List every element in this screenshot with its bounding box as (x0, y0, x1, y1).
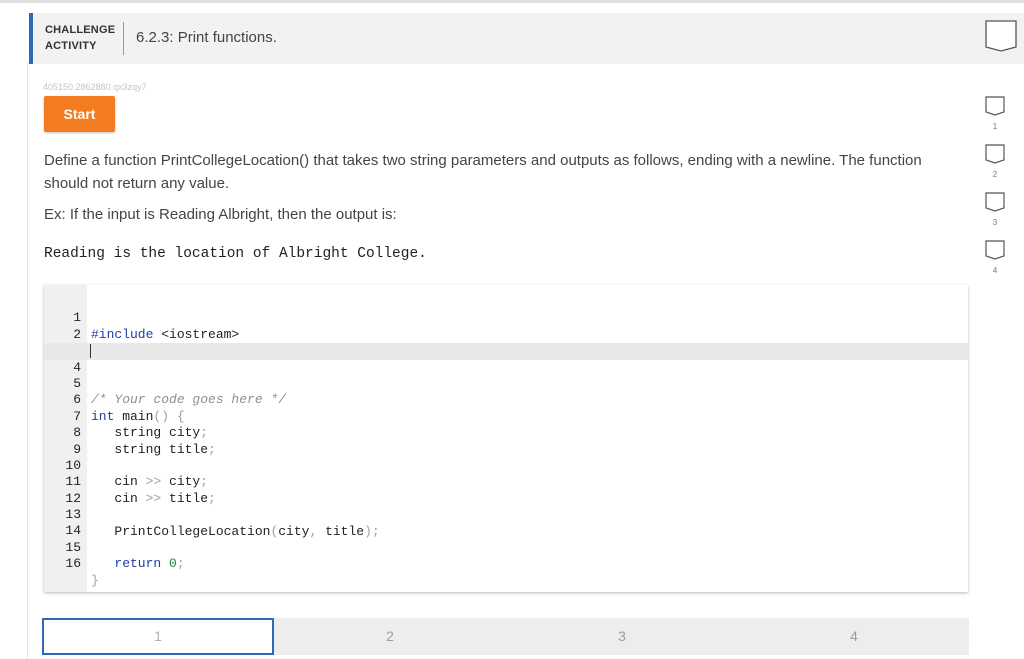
side-level-1[interactable]: 1 (985, 96, 1005, 144)
level-badge-icon (985, 192, 1005, 212)
level-tabs: 1 2 3 4 (42, 618, 969, 655)
code-line: 12 (44, 474, 968, 506)
activity-type-line1: CHALLENGE (45, 24, 116, 36)
level-badge-icon (985, 96, 1005, 116)
level-tab-4[interactable]: 4 (738, 618, 970, 655)
code-line: 3 (44, 327, 968, 358)
activity-type-line2: ACTIVITY (45, 40, 97, 52)
code-lines: 1 #include <iostream> 2 using namespace … (44, 294, 968, 588)
code-editor[interactable]: 1 #include <iostream> 2 using namespace … (44, 285, 968, 592)
activity-identifier: 405150.2862880.qx3zqy7 (43, 82, 147, 92)
side-level-number: 1 (992, 122, 998, 131)
level-tab-3[interactable]: 3 (506, 618, 738, 655)
text-cursor (90, 344, 91, 359)
activity-header: CHALLENGE ACTIVITY 6.2.3: Print function… (29, 13, 1024, 64)
example-text: Ex: If the input is Reading Albright, th… (44, 206, 397, 223)
activity-title: 6.2.3: Print functions. (136, 29, 277, 46)
side-level-number: 2 (992, 170, 998, 179)
top-border (0, 0, 1024, 3)
completion-badge-icon (985, 20, 1017, 52)
code-line: 8 string title; (44, 409, 968, 456)
code-text: } (91, 572, 99, 588)
code-line-active[interactable]: 4 /* Your code goes here */ (44, 343, 968, 407)
side-level-4[interactable]: 4 (985, 240, 1005, 288)
prompt-text: Define a function PrintCollegeLocation()… (44, 152, 922, 192)
side-level-number: 4 (992, 266, 998, 275)
code-line: 5 (44, 360, 968, 391)
left-rule (27, 62, 28, 659)
code-line: 13 PrintCollegeLocation(city, title); (44, 491, 968, 538)
level-progress-sidebar: 1 2 3 4 (985, 96, 1005, 288)
code-line: 15 return 0; (44, 523, 968, 571)
code-line: 14 (44, 507, 968, 538)
side-level-3[interactable]: 3 (985, 192, 1005, 240)
code-line: 10 cin >> city; (44, 442, 968, 489)
header-divider (123, 22, 124, 55)
code-line: 16 } (44, 540, 968, 587)
level-badge-icon (985, 144, 1005, 164)
code-line: 6 int main() { (44, 376, 968, 423)
code-line: 1 #include <iostream> (44, 294, 968, 341)
line-number: 16 (65, 556, 81, 572)
level-badge-icon (985, 240, 1005, 260)
sample-output: Reading is the location of Albright Coll… (44, 246, 427, 262)
start-button[interactable]: Start (44, 96, 115, 132)
activity-type-label: CHALLENGE ACTIVITY (45, 22, 115, 54)
code-text: return 0; (91, 556, 185, 572)
level-tab-2[interactable]: 2 (274, 618, 506, 655)
code-line: 7 string city; (44, 392, 968, 440)
side-level-2[interactable]: 2 (985, 144, 1005, 192)
code-line: 11 cin >> title; (44, 458, 968, 505)
code-line: 9 (44, 425, 968, 457)
code-line: 2 using namespace std; (44, 310, 968, 358)
side-level-number: 3 (992, 218, 998, 227)
level-tab-1[interactable]: 1 (42, 618, 274, 655)
